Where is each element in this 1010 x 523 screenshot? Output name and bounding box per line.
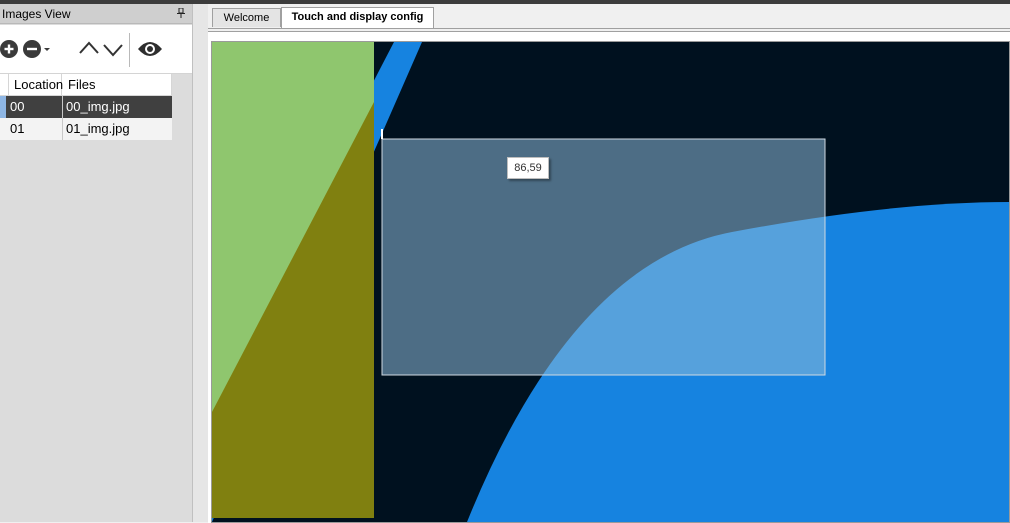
images-table: Location Files 00 00_img.jpg 01 01_img.j… <box>0 74 172 140</box>
preview-image <box>212 42 1009 522</box>
toolbar-separator <box>129 33 130 67</box>
panel-toolbar <box>0 25 192 74</box>
display-preview-canvas[interactable] <box>211 41 1010 523</box>
column-header-location[interactable]: Location <box>8 74 63 95</box>
panel-splitter[interactable] <box>192 4 208 522</box>
config-view: 86,59 <box>208 31 1010 523</box>
images-view-panel: Images View Location Files 00 00_img.jpg… <box>0 4 193 522</box>
cell-file: 01_img.jpg <box>62 118 172 140</box>
panel-title-bar: Images View <box>0 4 192 24</box>
tab-welcome[interactable]: Welcome <box>212 8 281 27</box>
column-header-files[interactable]: Files <box>62 74 172 95</box>
tab-touch-and-display-config[interactable]: Touch and display config <box>281 7 434 28</box>
cursor-coordinate-tooltip: 86,59 <box>507 157 549 179</box>
eye-icon[interactable] <box>137 39 163 59</box>
pin-icon[interactable] <box>177 8 185 18</box>
remove-dropdown-icon[interactable] <box>22 39 52 59</box>
table-row[interactable]: 00 00_img.jpg <box>0 96 172 118</box>
table-header: Location Files <box>0 74 172 96</box>
row-selection-marker <box>0 96 6 118</box>
tab-bar: Welcome Touch and display config <box>208 4 1010 29</box>
display-region <box>381 138 826 376</box>
cell-file: 00_img.jpg <box>62 96 172 118</box>
cell-location: 00 <box>10 99 25 114</box>
add-circle-icon[interactable] <box>0 39 19 59</box>
chevron-up-icon[interactable] <box>79 41 99 55</box>
cell-location: 01 <box>10 121 25 136</box>
panel-title: Images View <box>2 7 71 21</box>
table-row[interactable]: 01 01_img.jpg <box>0 118 172 140</box>
chevron-down-icon[interactable] <box>103 43 123 57</box>
